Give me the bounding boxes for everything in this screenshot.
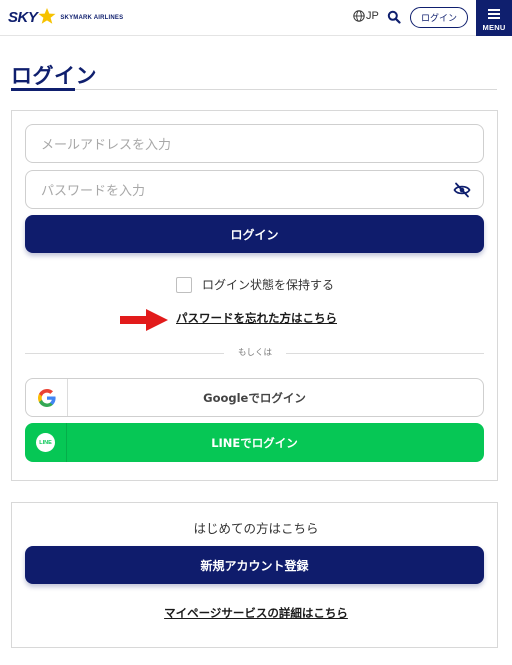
login-submit-button[interactable]: ログイン xyxy=(25,215,484,253)
first-time-heading: はじめての方はこちら xyxy=(193,521,319,536)
star-logo-icon xyxy=(38,7,56,24)
line-login-label: LINEでログイン xyxy=(211,435,298,450)
password-placeholder: パスワードを入力 xyxy=(41,184,146,199)
mypage-details-link[interactable]: マイページサービスの詳細はこちら xyxy=(0,605,512,621)
menu-button[interactable]: MENU xyxy=(476,0,512,36)
logo-wordmark: SKY xyxy=(8,9,38,26)
logo-subtitle: SKYMARK AIRLINES xyxy=(60,14,124,21)
site-header: SKY SKYMARK AIRLINES JP ログイン MENU xyxy=(0,0,512,36)
page-title: ログイン xyxy=(11,64,97,88)
line-login-button[interactable]: LINE LINEでログイン xyxy=(25,423,484,462)
line-icon-cell: LINE xyxy=(25,423,67,462)
title-divider xyxy=(11,89,497,90)
hamburger-icon xyxy=(488,9,500,11)
google-icon xyxy=(37,388,56,407)
globe-icon xyxy=(353,10,365,22)
line-icon: LINE xyxy=(36,433,55,452)
line-icon-text: LINE xyxy=(39,439,52,446)
remember-login[interactable]: ログイン状態を保持する xyxy=(176,276,334,293)
menu-label: MENU xyxy=(482,23,506,32)
header-login-button[interactable]: ログイン xyxy=(410,7,468,28)
or-label: もしくは xyxy=(224,346,286,358)
google-login-button[interactable]: Googleでログイン xyxy=(25,378,484,417)
eye-off-icon[interactable] xyxy=(453,182,471,198)
remember-checkbox[interactable] xyxy=(176,276,192,293)
title-underline xyxy=(11,88,75,91)
forgot-password-link[interactable]: パスワードを忘れた方はこちら xyxy=(176,310,337,326)
language-label: JP xyxy=(366,10,379,22)
password-field[interactable]: パスワードを入力 xyxy=(25,170,484,209)
hamburger-icon-bar xyxy=(488,13,500,15)
skymark-logo[interactable]: SKY SKYMARK AIRLINES xyxy=(8,7,124,26)
google-login-label: Googleでログイン xyxy=(203,390,306,405)
remember-label: ログイン状態を保持する xyxy=(202,278,335,292)
search-icon[interactable] xyxy=(387,10,401,24)
red-arrow-icon xyxy=(120,309,168,331)
email-placeholder: メールアドレスを入力 xyxy=(41,138,172,153)
google-icon-cell xyxy=(26,379,68,416)
register-account-button[interactable]: 新規アカウント登録 xyxy=(25,546,484,584)
email-field[interactable]: メールアドレスを入力 xyxy=(25,124,484,163)
hamburger-icon-bar xyxy=(488,17,500,19)
language-selector[interactable]: JP xyxy=(353,10,379,22)
